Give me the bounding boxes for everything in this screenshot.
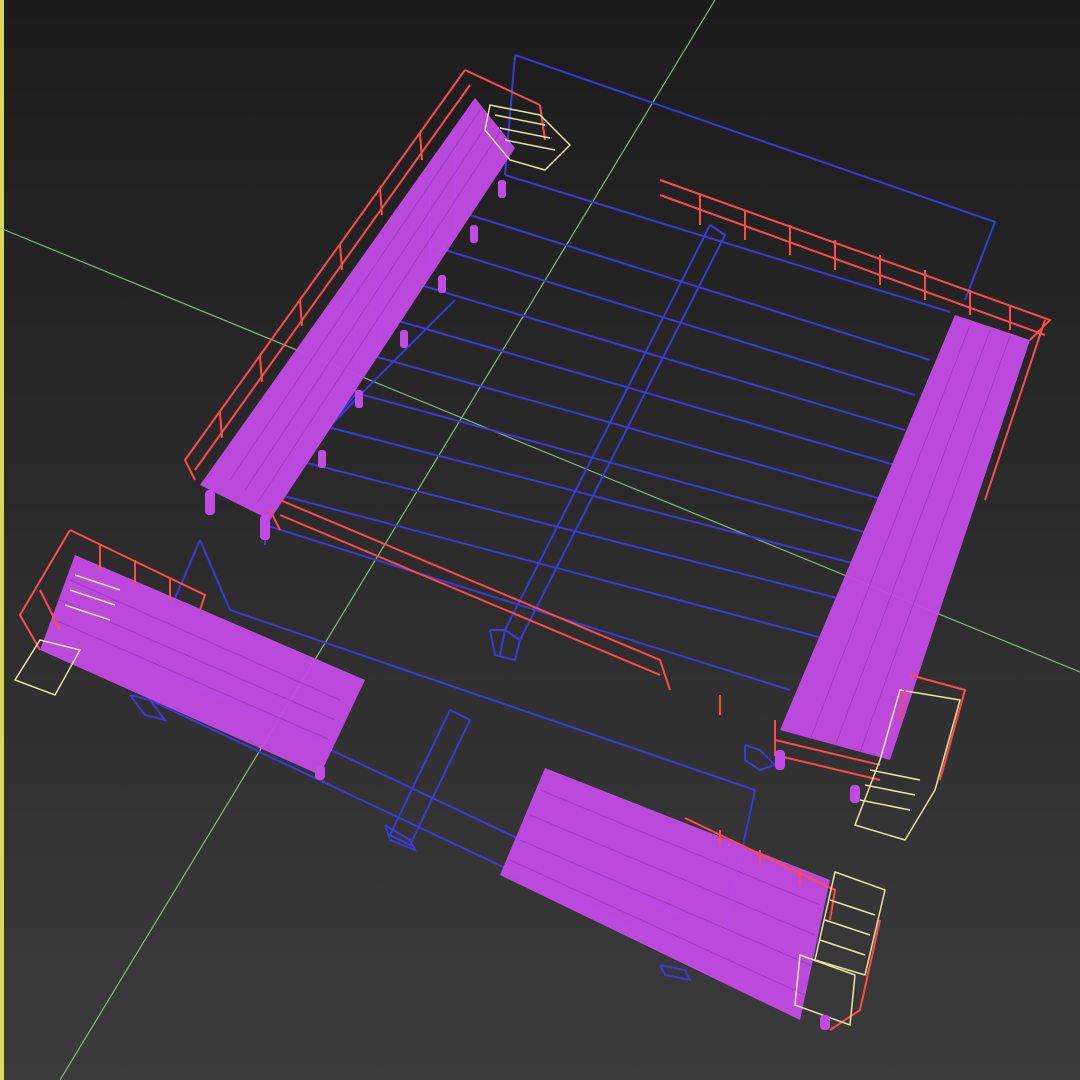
- frame-edge: [504, 174, 951, 313]
- walkway-right[interactable]: [659, 179, 1052, 841]
- platform-lower-right[interactable]: [500, 768, 886, 1031]
- 3d-viewport[interactable]: [0, 0, 1080, 1080]
- lower-frame-post: [659, 964, 692, 982]
- platform-lower-left[interactable]: [13, 529, 365, 780]
- deck-legs: [315, 765, 325, 780]
- deck-surface: [500, 768, 830, 1020]
- walkway-left[interactable]: [183, 69, 721, 715]
- frame-edge: [264, 524, 791, 691]
- frame-beam: [294, 459, 846, 601]
- frame-beam: [279, 494, 831, 641]
- viewport-canvas[interactable]: [0, 0, 1080, 1080]
- center-column[interactable]: [489, 224, 727, 662]
- frame-outline: [514, 54, 997, 301]
- frame-beam: [469, 214, 931, 361]
- frame-post: [744, 744, 777, 772]
- deck-legs: [820, 1015, 830, 1030]
- deck-surface: [200, 98, 515, 520]
- lower-column: [388, 709, 472, 847]
- frame-beam: [319, 424, 861, 566]
